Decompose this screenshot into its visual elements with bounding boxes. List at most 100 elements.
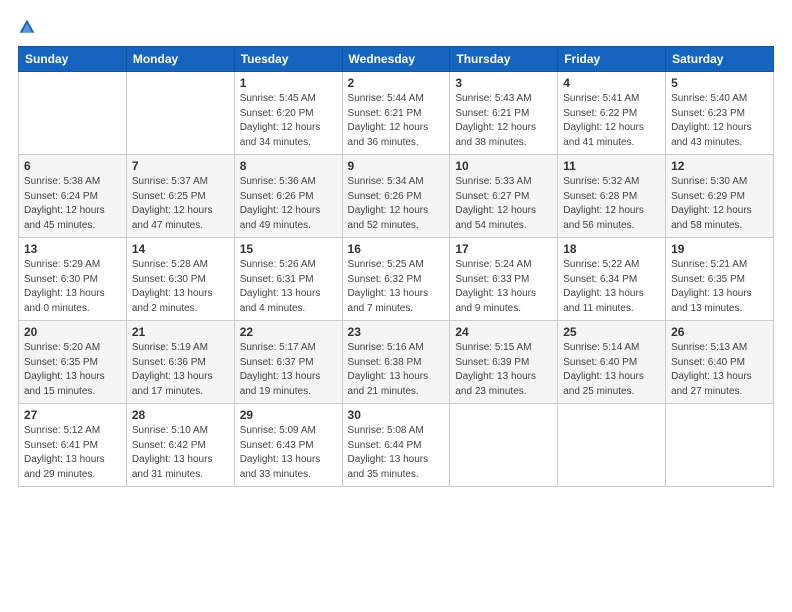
calendar-cell: 13 Sunrise: 5:29 AM Sunset: 6:30 PM Dayli… [19, 238, 127, 321]
calendar-cell: 7 Sunrise: 5:37 AM Sunset: 6:25 PM Daylig… [126, 155, 234, 238]
day-info: Sunrise: 5:08 AM Sunset: 6:44 PM Dayligh… [348, 424, 445, 482]
day-info: Sunrise: 5:43 AM Sunset: 6:21 PM Dayligh… [455, 92, 552, 150]
calendar-cell: 24 Sunrise: 5:15 AM Sunset: 6:39 PM Dayli… [450, 321, 558, 404]
day-number: 21 [132, 325, 229, 339]
calendar-cell: 9 Sunrise: 5:34 AM Sunset: 6:26 PM Daylig… [342, 155, 450, 238]
day-info: Sunrise: 5:45 AM Sunset: 6:20 PM Dayligh… [240, 92, 337, 150]
calendar-cell: 2 Sunrise: 5:44 AM Sunset: 6:21 PM Daylig… [342, 72, 450, 155]
day-number: 13 [24, 242, 121, 256]
day-info: Sunrise: 5:13 AM Sunset: 6:40 PM Dayligh… [671, 341, 768, 399]
weekday-header-thursday: Thursday [450, 47, 558, 72]
logo-icon [18, 18, 36, 36]
calendar-cell: 29Sunrise: 5:09 AM Sunset: 6:43 PM Dayli… [234, 404, 342, 487]
calendar-cell: 19Sunrise: 5:21 AM Sunset: 6:35 PM Dayli… [666, 238, 774, 321]
day-number: 23 [348, 325, 445, 339]
calendar-cell: 28Sunrise: 5:10 AM Sunset: 6:42 PM Dayli… [126, 404, 234, 487]
day-info: Sunrise: 5:15 AM Sunset: 6:39 PM Dayligh… [455, 341, 552, 399]
day-number: 1 [240, 76, 337, 90]
day-info: Sunrise: 5:29 AM Sunset: 6:30 PM Dayligh… [24, 258, 121, 316]
calendar-cell: 21 Sunrise: 5:19 AM Sunset: 6:36 PM Dayli… [126, 321, 234, 404]
day-info: Sunrise: 5:34 AM Sunset: 6:26 PM Dayligh… [348, 175, 445, 233]
day-number: 5 [671, 76, 768, 90]
day-number: 12 [671, 159, 768, 173]
calendar-cell: 20 Sunrise: 5:20 AM Sunset: 6:35 PM Dayli… [19, 321, 127, 404]
calendar-cell [19, 72, 127, 155]
day-number: 29 [240, 408, 337, 422]
day-info: Sunrise: 5:28 AM Sunset: 6:30 PM Dayligh… [132, 258, 229, 316]
day-number: 25 [563, 325, 660, 339]
day-info: Sunrise: 5:30 AM Sunset: 6:29 PM Dayligh… [671, 175, 768, 233]
day-number: 17 [455, 242, 552, 256]
calendar-cell: 26 Sunrise: 5:13 AM Sunset: 6:40 PM Dayli… [666, 321, 774, 404]
calendar-cell: 25 Sunrise: 5:14 AM Sunset: 6:40 PM Dayli… [558, 321, 666, 404]
day-info: Sunrise: 5:20 AM Sunset: 6:35 PM Dayligh… [24, 341, 121, 399]
day-number: 24 [455, 325, 552, 339]
calendar-cell: 10 Sunrise: 5:33 AM Sunset: 6:27 PM Dayli… [450, 155, 558, 238]
day-number: 20 [24, 325, 121, 339]
weekday-header-tuesday: Tuesday [234, 47, 342, 72]
day-number: 7 [132, 159, 229, 173]
calendar-cell: 5 Sunrise: 5:40 AM Sunset: 6:23 PM Daylig… [666, 72, 774, 155]
day-info: Sunrise: 5:16 AM Sunset: 6:38 PM Dayligh… [348, 341, 445, 399]
weekday-header-wednesday: Wednesday [342, 47, 450, 72]
day-info: Sunrise: 5:44 AM Sunset: 6:21 PM Dayligh… [348, 92, 445, 150]
day-number: 18 [563, 242, 660, 256]
day-number: 30 [348, 408, 445, 422]
day-number: 9 [348, 159, 445, 173]
week-row-4: 20 Sunrise: 5:20 AM Sunset: 6:35 PM Dayli… [19, 321, 774, 404]
calendar-cell: 14 Sunrise: 5:28 AM Sunset: 6:30 PM Dayli… [126, 238, 234, 321]
day-number: 10 [455, 159, 552, 173]
calendar-cell: 23 Sunrise: 5:16 AM Sunset: 6:38 PM Dayli… [342, 321, 450, 404]
day-number: 15 [240, 242, 337, 256]
day-info: Sunrise: 5:38 AM Sunset: 6:24 PM Dayligh… [24, 175, 121, 233]
calendar-cell: 8 Sunrise: 5:36 AM Sunset: 6:26 PM Daylig… [234, 155, 342, 238]
day-info: Sunrise: 5:26 AM Sunset: 6:31 PM Dayligh… [240, 258, 337, 316]
calendar-cell [126, 72, 234, 155]
calendar-cell [450, 404, 558, 487]
day-number: 14 [132, 242, 229, 256]
day-info: Sunrise: 5:10 AM Sunset: 6:42 PM Dayligh… [132, 424, 229, 482]
calendar-cell: 18Sunrise: 5:22 AM Sunset: 6:34 PM Dayli… [558, 238, 666, 321]
day-number: 8 [240, 159, 337, 173]
day-info: Sunrise: 5:17 AM Sunset: 6:37 PM Dayligh… [240, 341, 337, 399]
week-row-1: 1 Sunrise: 5:45 AM Sunset: 6:20 PM Daylig… [19, 72, 774, 155]
calendar-cell: 1 Sunrise: 5:45 AM Sunset: 6:20 PM Daylig… [234, 72, 342, 155]
day-number: 22 [240, 325, 337, 339]
week-row-5: 27 Sunrise: 5:12 AM Sunset: 6:41 PM Dayli… [19, 404, 774, 487]
day-info: Sunrise: 5:24 AM Sunset: 6:33 PM Dayligh… [455, 258, 552, 316]
day-info: Sunrise: 5:40 AM Sunset: 6:23 PM Dayligh… [671, 92, 768, 150]
day-number: 26 [671, 325, 768, 339]
calendar-cell: 27 Sunrise: 5:12 AM Sunset: 6:41 PM Dayli… [19, 404, 127, 487]
day-info: Sunrise: 5:36 AM Sunset: 6:26 PM Dayligh… [240, 175, 337, 233]
day-info: Sunrise: 5:12 AM Sunset: 6:41 PM Dayligh… [24, 424, 121, 482]
calendar-cell [558, 404, 666, 487]
day-info: Sunrise: 5:19 AM Sunset: 6:36 PM Dayligh… [132, 341, 229, 399]
day-number: 27 [24, 408, 121, 422]
day-info: Sunrise: 5:32 AM Sunset: 6:28 PM Dayligh… [563, 175, 660, 233]
day-info: Sunrise: 5:33 AM Sunset: 6:27 PM Dayligh… [455, 175, 552, 233]
day-number: 4 [563, 76, 660, 90]
calendar-cell: 22 Sunrise: 5:17 AM Sunset: 6:37 PM Dayli… [234, 321, 342, 404]
header [18, 18, 774, 36]
logo [18, 18, 40, 36]
weekday-header-friday: Friday [558, 47, 666, 72]
calendar-cell: 15 Sunrise: 5:26 AM Sunset: 6:31 PM Dayli… [234, 238, 342, 321]
calendar-cell: 4 Sunrise: 5:41 AM Sunset: 6:22 PM Daylig… [558, 72, 666, 155]
day-info: Sunrise: 5:14 AM Sunset: 6:40 PM Dayligh… [563, 341, 660, 399]
calendar-cell: 30 Sunrise: 5:08 AM Sunset: 6:44 PM Dayli… [342, 404, 450, 487]
calendar-cell: 12 Sunrise: 5:30 AM Sunset: 6:29 PM Dayli… [666, 155, 774, 238]
day-number: 2 [348, 76, 445, 90]
week-row-3: 13 Sunrise: 5:29 AM Sunset: 6:30 PM Dayli… [19, 238, 774, 321]
calendar-cell: 16Sunrise: 5:25 AM Sunset: 6:32 PM Dayli… [342, 238, 450, 321]
day-info: Sunrise: 5:37 AM Sunset: 6:25 PM Dayligh… [132, 175, 229, 233]
weekday-header-saturday: Saturday [666, 47, 774, 72]
day-number: 3 [455, 76, 552, 90]
weekday-header-sunday: Sunday [19, 47, 127, 72]
day-number: 16 [348, 242, 445, 256]
day-number: 11 [563, 159, 660, 173]
day-info: Sunrise: 5:21 AM Sunset: 6:35 PM Dayligh… [671, 258, 768, 316]
day-number: 6 [24, 159, 121, 173]
weekday-header-row: SundayMondayTuesdayWednesdayThursdayFrid… [19, 47, 774, 72]
day-info: Sunrise: 5:41 AM Sunset: 6:22 PM Dayligh… [563, 92, 660, 150]
weekday-header-monday: Monday [126, 47, 234, 72]
